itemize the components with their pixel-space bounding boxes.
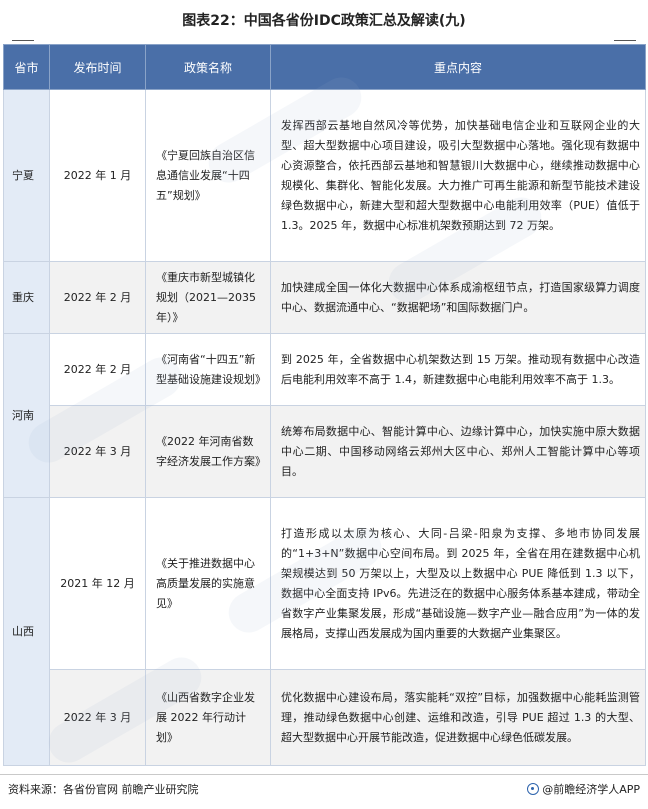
date-cell: 2022 年 3 月	[49, 669, 146, 766]
content-cell: 统筹布局数据中心、智能计算中心、边缘计算中心，加快实施中原大数据中心二期、中国移…	[270, 405, 646, 498]
province-cell: 山西	[3, 497, 50, 766]
table-row: 河南 2022 年 2 月 《河南省“十四五”新型基础设施建设规划》 到 202…	[3, 333, 646, 498]
content-cell: 加快建成全国一体化大数据中心体系成渝枢纽节点，打造国家级算力调度中心、数据流通中…	[270, 261, 646, 334]
qianzhan-logo-icon	[527, 783, 540, 795]
province-cell: 河南	[3, 333, 50, 498]
province-cell: 重庆	[3, 261, 50, 334]
policy-name-cell: 《河南省“十四五”新型基础设施建设规划》	[145, 333, 271, 406]
table-row: 山西 2021 年 12 月 《关于推进数据中心高质量发展的实施意见》 打造形成…	[3, 497, 646, 766]
content-cell: 优化数据中心建设布局，落实能耗“双控”目标，加强数据中心能耗监测管理，推动绿色数…	[270, 669, 646, 766]
brand-credit: @前瞻经济学人APP	[527, 781, 640, 797]
content-cell: 打造形成以太原为核心、大同-吕梁-阳泉为支撑、多地市协同发展的“1+3+N”数据…	[270, 497, 646, 670]
date-cell: 2022 年 3 月	[49, 405, 146, 498]
date-cell: 2022 年 1 月	[49, 89, 146, 262]
header-province: 省市	[3, 44, 50, 90]
title-divider-left	[12, 40, 34, 41]
policy-name-cell: 《山西省数字企业发展 2022 年行动计划》	[145, 669, 271, 766]
content-cell: 发挥西部云基地自然风冷等优势，加快基础电信企业和互联网企业的大型、超大型数据中心…	[270, 89, 646, 262]
title-divider-right	[614, 40, 636, 41]
table-row: 2022 年 3 月 《山西省数字企业发展 2022 年行动计划》 优化数据中心…	[4, 669, 646, 766]
source-note: 资料来源：各省份官网 前瞻产业研究院	[8, 783, 199, 796]
policy-name-cell: 《宁夏回族自治区信息通信业发展“十四五”规划》	[145, 89, 271, 262]
date-cell: 2022 年 2 月	[49, 333, 146, 406]
policy-name-cell: 《2022 年河南省数字经济发展工作方案》	[145, 405, 271, 498]
header-date: 发布时间	[49, 44, 146, 90]
date-cell: 2022 年 2 月	[49, 261, 146, 334]
header-content: 重点内容	[270, 44, 646, 90]
table-row: 重庆 2022 年 2 月 《重庆市新型城镇化规划（2021—2035 年）》 …	[3, 261, 646, 334]
page-title: 图表22：中国各省份IDC政策汇总及解读(九)	[182, 13, 466, 29]
policy-name-cell: 《重庆市新型城镇化规划（2021—2035 年）》	[145, 261, 271, 334]
policy-table: 省市 发布时间 政策名称 重点内容 宁夏 2022 年 1 月 《宁夏回族自治区…	[3, 44, 646, 766]
brand-label: @前瞻经济学人APP	[542, 783, 640, 796]
province-cell: 宁夏	[3, 89, 50, 262]
table-header-row: 省市 发布时间 政策名称 重点内容	[3, 44, 646, 90]
footer: 资料来源：各省份官网 前瞻产业研究院 @前瞻经济学人APP	[0, 774, 648, 803]
date-cell: 2021 年 12 月	[49, 497, 146, 670]
table-row: 2022 年 3 月 《2022 年河南省数字经济发展工作方案》 统筹布局数据中…	[4, 405, 646, 498]
content-cell: 到 2025 年，全省数据中心机架数达到 15 万架。推动现有数据中心改造后电能…	[270, 333, 646, 406]
header-policy: 政策名称	[145, 44, 271, 90]
policy-name-cell: 《关于推进数据中心高质量发展的实施意见》	[145, 497, 271, 670]
table-row: 宁夏 2022 年 1 月 《宁夏回族自治区信息通信业发展“十四五”规划》 发挥…	[3, 89, 646, 262]
